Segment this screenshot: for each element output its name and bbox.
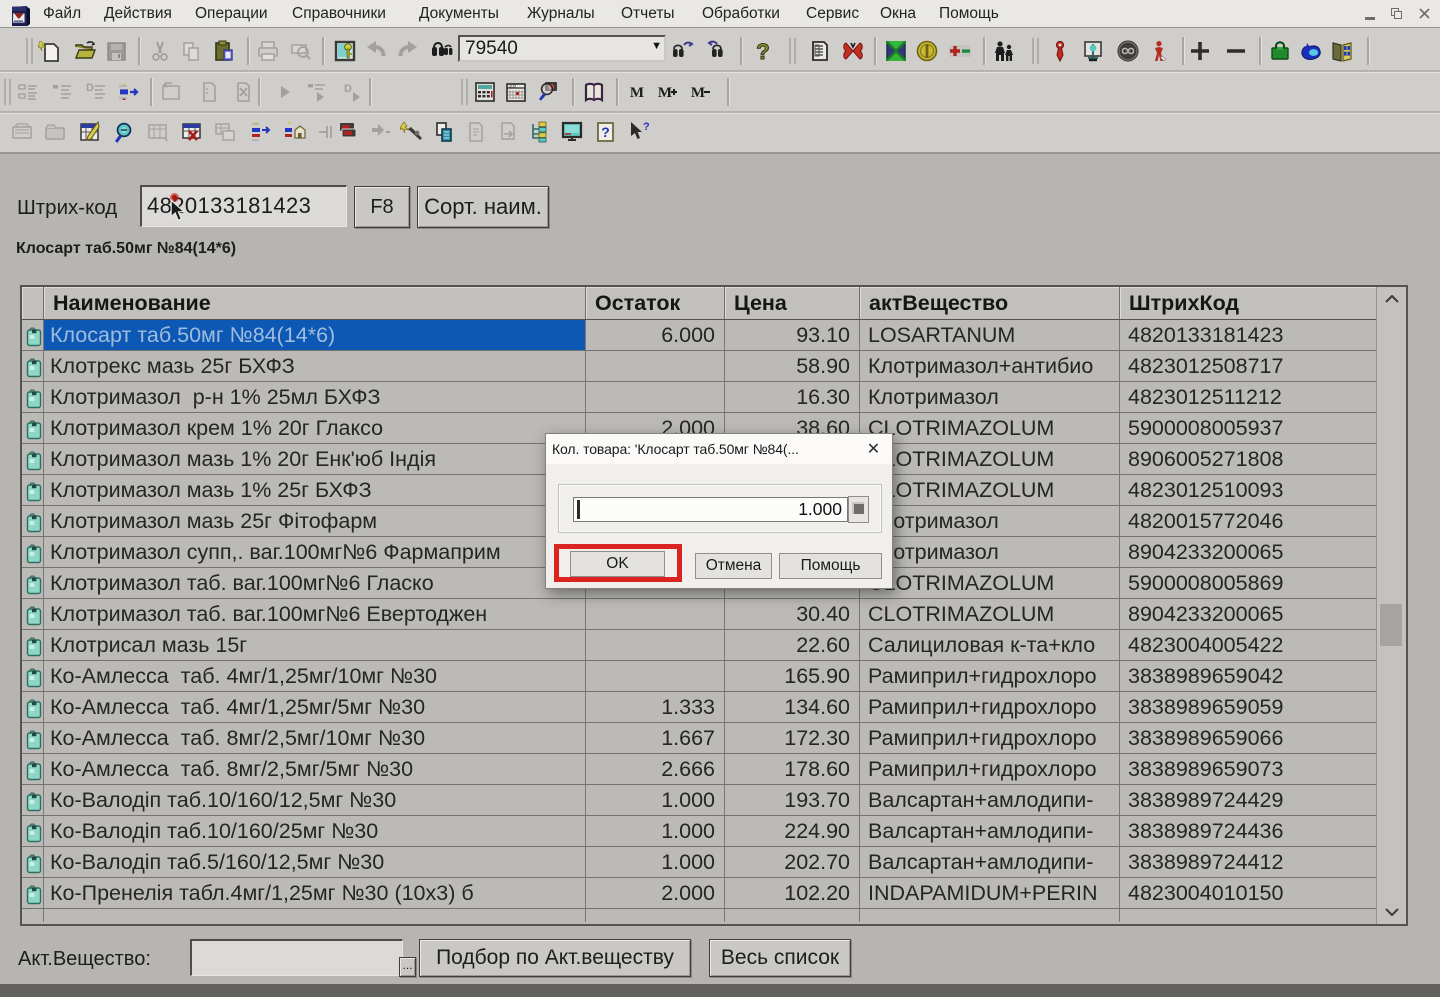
svg-text:?: ? (756, 39, 769, 63)
svg-text:3,6: 3,6 (509, 83, 516, 89)
svg-text:D: D (344, 83, 352, 95)
svg-text:M: M (630, 85, 644, 101)
svg-text:M: M (658, 85, 672, 101)
svg-text:?: ? (601, 124, 610, 140)
svg-text:M: M (691, 85, 705, 101)
svg-text:D: D (86, 82, 94, 94)
svg-text:?: ? (643, 121, 649, 133)
